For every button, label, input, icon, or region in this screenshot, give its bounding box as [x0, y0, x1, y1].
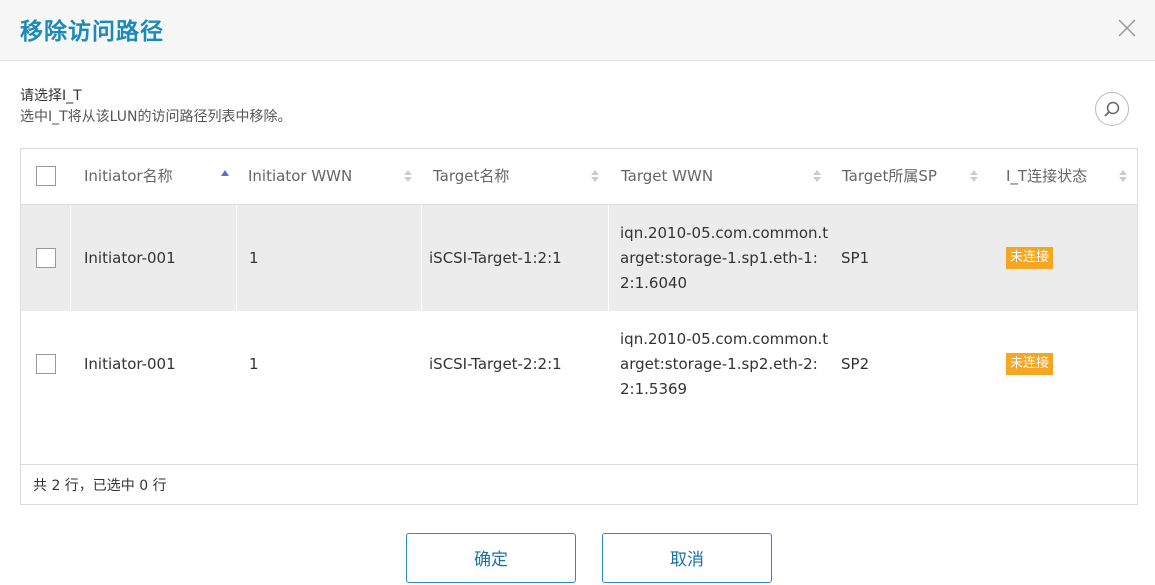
- status-badge: 未连接: [1006, 247, 1054, 269]
- column-header-initiator-name[interactable]: Initiator名称: [84, 149, 173, 204]
- sort-asc-icon[interactable]: [221, 169, 229, 183]
- target-name-cell: iSCSI-Target-2:2:1: [429, 355, 562, 373]
- close-icon[interactable]: [1113, 14, 1141, 42]
- search-button[interactable]: [1095, 92, 1129, 126]
- target-sp-cell: SP2: [841, 355, 870, 373]
- status-cell: 未连接: [1006, 311, 1054, 417]
- column-header-it-status[interactable]: I_T连接状态: [1006, 149, 1087, 204]
- cancel-button[interactable]: 取消: [602, 533, 772, 583]
- status-cell: 未连接: [1006, 205, 1054, 311]
- table-footer: 共 2 行，已选中 0 行: [21, 464, 1137, 504]
- target-sp-cell: SP1: [841, 249, 870, 267]
- search-icon: [1104, 101, 1120, 117]
- sort-icon[interactable]: [813, 169, 821, 183]
- dialog-description: 选中I_T将从该LUN的访问路径列表中移除。: [20, 109, 292, 125]
- target-wwn-cell: iqn.2010-05.com.common.target:storage-1.…: [620, 223, 829, 292]
- column-header-target-sp[interactable]: Target所属SP: [842, 149, 937, 204]
- target-wwn-cell: iqn.2010-05.com.common.target:storage-1.…: [620, 329, 829, 398]
- column-header-initiator-wwn[interactable]: Initiator WWN: [248, 149, 352, 204]
- dialog-header: 移除访问路径: [0, 0, 1155, 61]
- sort-icon[interactable]: [970, 169, 978, 183]
- select-all-checkbox[interactable]: [36, 166, 56, 186]
- status-badge: 未连接: [1006, 353, 1054, 375]
- target-name-cell: iSCSI-Target-1:2:1: [429, 249, 562, 267]
- column-header-target-wwn[interactable]: Target WWN: [621, 149, 713, 204]
- dialog-title: 移除访问路径: [20, 19, 164, 45]
- row-checkbox[interactable]: [36, 248, 56, 268]
- confirm-button[interactable]: 确定: [406, 533, 576, 583]
- table-header: Initiator名称 Initiator WWN Target名称 Targe…: [21, 149, 1137, 205]
- column-header-target-name[interactable]: Target名称: [433, 149, 509, 204]
- sort-icon[interactable]: [591, 169, 599, 183]
- sort-icon[interactable]: [1119, 169, 1127, 183]
- dialog-subtitle: 请选择I_T: [20, 88, 82, 104]
- initiator-wwn-cell: 1: [249, 249, 259, 267]
- table-row[interactable]: Initiator-001 1 iSCSI-Target-2:2:1 iqn.2…: [21, 311, 1137, 417]
- it-table: Initiator名称 Initiator WWN Target名称 Targe…: [20, 148, 1138, 505]
- initiator-name-cell: Initiator-001: [84, 355, 176, 373]
- table-row[interactable]: Initiator-001 1 iSCSI-Target-1:2:1 iqn.2…: [21, 205, 1137, 311]
- row-checkbox[interactable]: [36, 354, 56, 374]
- sort-icon[interactable]: [404, 169, 412, 183]
- row-count-summary: 共 2 行，已选中 0 行: [33, 478, 167, 494]
- initiator-wwn-cell: 1: [249, 355, 259, 373]
- initiator-name-cell: Initiator-001: [84, 249, 176, 267]
